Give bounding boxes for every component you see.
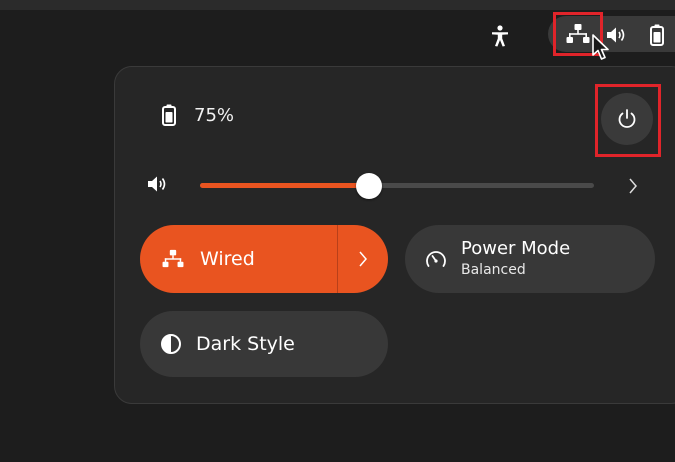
top-bar (0, 0, 675, 10)
gauge-icon (426, 251, 446, 267)
slider-handle[interactable] (356, 173, 382, 199)
dark-style-label: Dark Style (196, 333, 295, 355)
dark-style-toggle[interactable]: Dark Style (140, 311, 388, 377)
accessibility-icon[interactable] (486, 22, 514, 50)
slider-fill (200, 183, 369, 188)
chevron-right-icon (359, 251, 367, 267)
wired-network-toggle: Wired (140, 225, 388, 293)
battery-icon (162, 104, 176, 126)
half-circle-icon (161, 334, 181, 354)
wired-label: Wired (200, 248, 255, 270)
battery-status: 75% (162, 104, 234, 126)
network-wired-icon (162, 249, 184, 268)
chevron-right-icon (629, 178, 637, 194)
wired-toggle-button[interactable]: Wired (140, 225, 337, 293)
speaker-icon[interactable] (146, 174, 172, 198)
speaker-icon[interactable] (604, 22, 630, 48)
highlight-box-power (595, 84, 661, 157)
system-tray (0, 10, 675, 60)
power-mode-value: Balanced (461, 262, 526, 278)
power-mode-label: Power Mode (461, 238, 571, 259)
battery-percentage: 75% (194, 104, 235, 126)
volume-slider[interactable] (200, 172, 594, 200)
volume-output-expand-button[interactable] (624, 172, 642, 200)
battery-icon[interactable] (645, 22, 669, 48)
power-mode-toggle[interactable]: Power Mode Balanced (405, 225, 655, 293)
